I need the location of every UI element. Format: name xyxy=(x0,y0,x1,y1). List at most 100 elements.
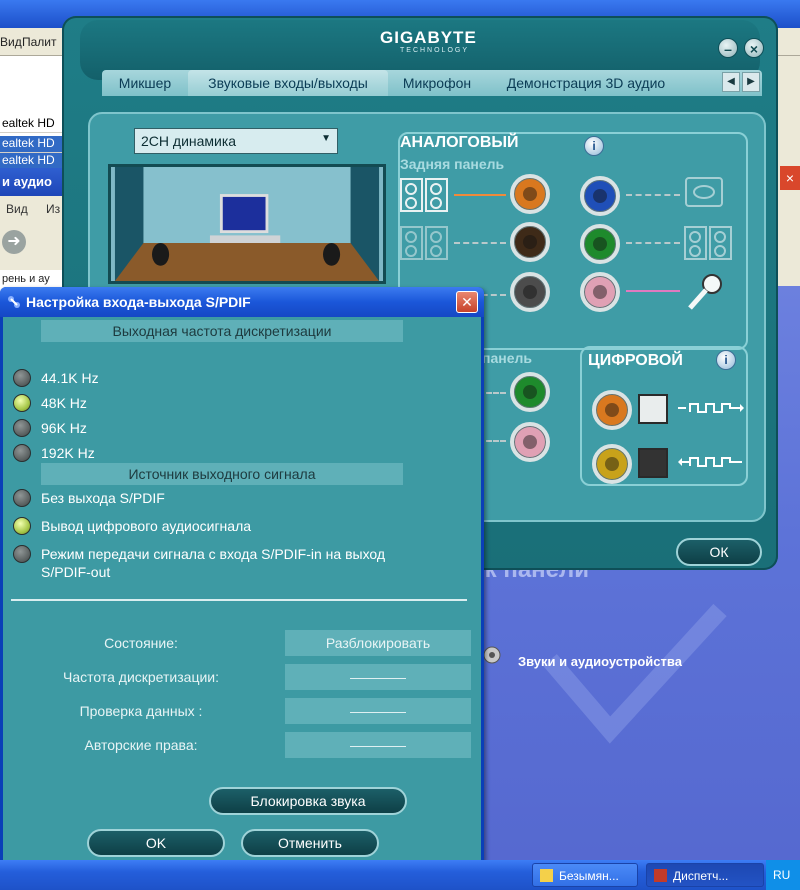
dialog-body: Выходная частота дискретизации 44.1K Hz … xyxy=(3,317,481,874)
jack-front-green[interactable] xyxy=(510,372,550,412)
optical-in-icon xyxy=(638,448,668,478)
panel-title-bar: и аудио xyxy=(0,168,66,196)
wire xyxy=(626,242,680,244)
speaker-pair-icon xyxy=(400,226,448,260)
gigabyte-sublogo: TECHNOLOGY xyxy=(400,47,470,54)
taskbar-button-label: Безымян... xyxy=(559,869,619,883)
radio-label-continued: S/PDIF-out xyxy=(41,564,111,580)
radio-button[interactable] xyxy=(13,444,31,462)
radio-button-selected[interactable] xyxy=(13,394,31,412)
menu-item-view-2[interactable]: Вид xyxy=(6,202,28,216)
line-in-device-icon xyxy=(685,177,723,207)
speaker-room-illustration xyxy=(108,164,386,284)
tree-item[interactable]: ealtek HD xyxy=(0,116,66,133)
tab-bar: Микшер Звуковые входы/выходы Микрофон Де… xyxy=(102,70,762,96)
jack-green[interactable] xyxy=(580,224,620,264)
jack-orange[interactable] xyxy=(510,174,550,214)
close-icon[interactable]: × xyxy=(780,166,800,190)
status-value: Разблокировать xyxy=(285,630,471,656)
analog-title: АНАЛОГОВЫЙ xyxy=(400,134,519,151)
front-panel-label: панель xyxy=(482,350,532,366)
microphone-icon xyxy=(688,274,722,310)
explorer-menubar: Вид Из xyxy=(0,196,66,222)
mute-button[interactable]: Блокировка звука xyxy=(209,787,407,815)
jack-gray[interactable] xyxy=(510,272,550,312)
rate-section-header: Выходная частота дискретизации xyxy=(41,320,403,342)
jack-spdif-in[interactable] xyxy=(592,444,632,484)
jack-brown[interactable] xyxy=(510,222,550,262)
tab-3d-demo[interactable]: Демонстрация 3D аудио xyxy=(490,70,682,96)
taskbar: Безымян... Диспетч... RU xyxy=(0,860,800,890)
spdif-dialog: Настройка входа-выхода S/PDIF ✕ Выходная… xyxy=(0,287,484,877)
radio-label: Режим передачи сигнала с входа S/PDIF-in… xyxy=(41,546,386,562)
divider xyxy=(11,599,467,601)
speaker-config-value: 2CH динамика xyxy=(141,133,237,149)
menu-item-from[interactable]: Из xyxy=(46,202,60,216)
ok-button[interactable]: ОК xyxy=(676,538,762,566)
wire xyxy=(486,440,506,442)
radio-label: 48K Hz xyxy=(41,395,87,411)
copyright-label: Авторские права: xyxy=(84,737,198,753)
tab-mixer[interactable]: Микшер xyxy=(108,70,182,96)
close-icon[interactable]: × xyxy=(744,38,764,58)
radio-label: 192K Hz xyxy=(41,445,95,461)
data-check-label: Проверка данных : xyxy=(79,703,203,719)
app-icon xyxy=(8,296,20,308)
explorer-toolbar: ➜ xyxy=(0,222,66,270)
gigabyte-logo: GIGABYTE xyxy=(380,28,477,47)
tab-audio-io[interactable]: Звуковые входы/выходы xyxy=(188,70,388,96)
tree-item[interactable]: ealtek HD xyxy=(0,136,66,153)
rear-panel-label: Задняя панель xyxy=(400,156,505,172)
tab-scroll-left-icon[interactable]: ◀ xyxy=(722,72,740,92)
cancel-button[interactable]: Отменить xyxy=(241,829,379,857)
wire xyxy=(486,392,506,394)
data-check-value: ———— xyxy=(285,698,471,724)
radio-button[interactable] xyxy=(13,545,31,563)
radio-button-selected[interactable] xyxy=(13,517,31,535)
wire xyxy=(454,242,506,244)
speaker-config-select[interactable]: 2CH динамика ▼ xyxy=(134,128,338,154)
paint-icon xyxy=(540,869,553,882)
radio-button[interactable] xyxy=(13,369,31,387)
jack-front-pink[interactable] xyxy=(510,422,550,462)
close-icon[interactable]: ✕ xyxy=(456,291,478,313)
info-icon[interactable]: i xyxy=(716,350,736,370)
radio-button[interactable] xyxy=(13,489,31,507)
wire xyxy=(626,290,680,292)
digital-title: ЦИФРОВОЙ xyxy=(588,352,683,369)
menu-item-palette[interactable]: Палит xyxy=(22,35,57,49)
menu-item-view[interactable]: Вид xyxy=(0,35,22,49)
radio-label: Вывод цифрового аудиосигнала xyxy=(41,518,252,534)
speaker-icon xyxy=(483,646,501,664)
taskbar-button-active[interactable]: Диспетч... xyxy=(646,863,764,887)
radio-label: 96K Hz xyxy=(41,420,87,436)
language-indicator[interactable]: RU xyxy=(766,860,800,890)
chevron-down-icon: ▼ xyxy=(321,133,331,144)
optical-out-icon xyxy=(638,394,668,424)
back-arrow-icon[interactable]: ➜ xyxy=(2,230,26,254)
taskbar-button[interactable]: Безымян... xyxy=(532,863,638,887)
spdif-titlebar: Настройка входа-выхода S/PDIF ✕ xyxy=(0,287,484,317)
jack-blue[interactable] xyxy=(580,176,620,216)
speaker-pair-icon xyxy=(684,226,732,260)
wire xyxy=(454,194,506,196)
info-icon[interactable]: i xyxy=(584,136,604,156)
jack-pink[interactable] xyxy=(580,272,620,312)
taskbar-button-label: Диспетч... xyxy=(673,869,729,883)
wire xyxy=(626,194,680,196)
jack-spdif-out[interactable] xyxy=(592,390,632,430)
speaker-pair-icon xyxy=(400,178,448,212)
radio-label: Без выхода S/PDIF xyxy=(41,490,165,506)
tab-microphone[interactable]: Микрофон xyxy=(394,70,480,96)
sample-rate-label: Частота дискретизации: xyxy=(63,669,219,685)
radio-label: 44.1K Hz xyxy=(41,370,99,386)
source-section-header: Источник выходного сигнала xyxy=(41,463,403,485)
digital-signal-out-icon xyxy=(678,403,744,413)
sounds-and-audio-link[interactable]: Звуки и аудиоустройства xyxy=(518,654,682,669)
checkmark-watermark-icon xyxy=(543,603,727,744)
radio-button[interactable] xyxy=(13,419,31,437)
tab-scroll-right-icon[interactable]: ▶ xyxy=(742,72,760,92)
digital-signal-in-icon xyxy=(678,457,742,467)
minimize-icon[interactable]: – xyxy=(718,38,738,58)
ok-button[interactable]: OK xyxy=(87,829,225,857)
